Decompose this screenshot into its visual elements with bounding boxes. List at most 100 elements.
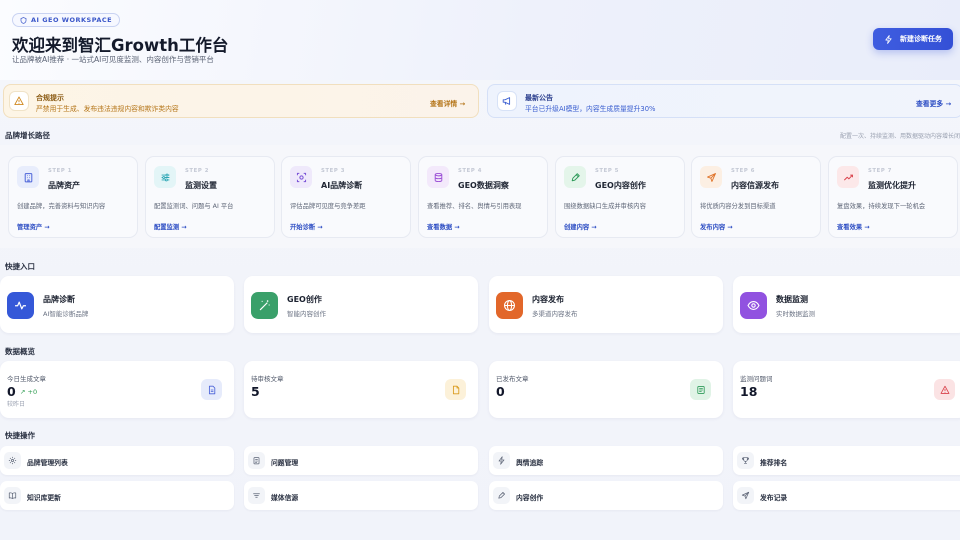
- action-media-sources[interactable]: 媒体信源: [244, 481, 478, 510]
- start-diagnosis-link[interactable]: 开始诊断 →: [290, 222, 323, 231]
- action-sentiment-tracking[interactable]: 舆情追踪: [489, 446, 723, 475]
- entry-geo-creation[interactable]: GEO创作 智能内容创作: [244, 276, 478, 333]
- entry-subtitle: AI智能诊断品牌: [43, 310, 89, 318]
- stat-value: 5: [251, 384, 260, 399]
- stat-value: 18: [740, 384, 758, 399]
- step-title: GEO内容创作: [595, 181, 646, 190]
- warning-icon: [9, 91, 29, 111]
- action-publish-records[interactable]: 发布记录: [733, 481, 960, 510]
- page-title: 欢迎来到智汇Growth工作台: [12, 36, 229, 55]
- stat-value: 0: [7, 384, 16, 399]
- entry-data-monitoring[interactable]: 数据监测 实时数据监测: [733, 276, 960, 333]
- entry-content-publish[interactable]: 内容发布 多渠道内容发布: [489, 276, 723, 333]
- step-number: STEP 2: [185, 168, 210, 174]
- stat-pending-review: 待审核文章 5: [244, 361, 478, 418]
- step-description: 复盘效果，持续发现下一轮机会: [837, 203, 926, 210]
- growth-path-note: 配置一次、持续监测、用数据驱动内容增长闭: [839, 133, 960, 140]
- gear-icon: [4, 452, 21, 469]
- entry-subtitle: 智能内容创作: [287, 310, 326, 318]
- workspace-badge-label: AI GEO WORKSPACE: [31, 16, 113, 24]
- stat-compare-label: 较昨日: [7, 401, 26, 408]
- stat-label: 待审核文章: [251, 375, 284, 383]
- action-question-manage[interactable]: 问题管理: [244, 446, 478, 475]
- step-description: 配置监测词、问题与 AI 平台: [154, 203, 234, 210]
- step-card-ai-diagnosis[interactable]: STEP 3 AI品牌诊断 评估品牌可见度与竞争差距 开始诊断 →: [281, 156, 411, 238]
- compliance-notice-title: 合规提示: [36, 94, 64, 102]
- new-diagnosis-task-button[interactable]: 新建诊断任务: [873, 28, 953, 50]
- entry-subtitle: 实时数据监测: [776, 310, 815, 318]
- step-card-content-publish[interactable]: STEP 6 内容信源发布 将优质内容分发到目标渠道 发布内容 →: [691, 156, 821, 238]
- building-icon: [17, 166, 39, 188]
- lightning-icon: [493, 452, 510, 469]
- quick-actions-title: 快捷操作: [5, 431, 35, 440]
- clipboard-icon: [248, 452, 265, 469]
- alert-icon: [934, 379, 955, 400]
- announcement-more-link[interactable]: 查看更多 →: [916, 98, 951, 108]
- compliance-notice: 合规提示 严禁用于生成、发布违法违规内容和欺诈类内容 查看详情 →: [3, 84, 479, 118]
- step-number: STEP 7: [868, 168, 893, 174]
- step-card-geo-content[interactable]: STEP 5 GEO内容创作 围绕数据缺口生成并审核内容 创建内容 →: [555, 156, 685, 238]
- entry-brand-diagnosis[interactable]: 品牌诊断 AI智能诊断品牌: [0, 276, 234, 333]
- stat-today-generated: 今日生成文章 0 ↗ +0 较昨日: [0, 361, 234, 418]
- page-subtitle: 让品牌被AI推荐 · 一站式AI可见度监测、内容创作与营销平台: [12, 55, 214, 64]
- announcement-title: 最新公告: [525, 94, 553, 102]
- announcement-notice: 最新公告 平台已升级AI模型，内容生成质量提升30% 查看更多 →: [487, 84, 960, 118]
- book-icon: [4, 487, 21, 504]
- entry-title: 内容发布: [532, 295, 564, 304]
- publish-content-link[interactable]: 发布内容 →: [700, 222, 733, 231]
- create-content-link[interactable]: 创建内容 →: [564, 222, 597, 231]
- step-number: STEP 6: [731, 168, 756, 174]
- stat-label: 监测问题词: [740, 375, 773, 383]
- database-icon: [427, 166, 449, 188]
- step-card-geo-insights[interactable]: STEP 4 GEO数据洞察 查看推荐、排名、舆情与引用表现 查看数据 →: [418, 156, 548, 238]
- stat-monitored-keywords: 监测问题词 18: [733, 361, 960, 418]
- step-card-brand-assets[interactable]: STEP 1 品牌资产 创建品牌，完善资料与知识内容 管理资产 →: [8, 156, 138, 238]
- action-recommend-rank[interactable]: 推荐排名: [733, 446, 960, 475]
- step-description: 围绕数据缺口生成并审核内容: [564, 203, 646, 210]
- stat-published: 已发布文章 0: [489, 361, 723, 418]
- stat-label: 今日生成文章: [7, 375, 46, 383]
- step-description: 查看推荐、排名、舆情与引用表现: [427, 203, 522, 210]
- entry-title: 数据监测: [776, 295, 808, 304]
- manage-assets-link[interactable]: 管理资产 →: [17, 222, 50, 231]
- action-content-creation[interactable]: 内容创作: [489, 481, 723, 510]
- newspaper-icon: [690, 379, 711, 400]
- filter-icon: [248, 487, 265, 504]
- overview-title: 数据概览: [5, 347, 35, 356]
- globe-icon: [496, 292, 523, 319]
- magic-wand-icon: [251, 292, 278, 319]
- view-data-link[interactable]: 查看数据 →: [427, 222, 460, 231]
- step-number: STEP 3: [321, 168, 346, 174]
- announcement-text: 平台已升级AI模型，内容生成质量提升30%: [525, 105, 656, 113]
- action-label: 舆情追踪: [516, 459, 544, 467]
- entry-title: 品牌诊断: [43, 295, 75, 304]
- step-number: STEP 4: [458, 168, 483, 174]
- compliance-details-link[interactable]: 查看详情 →: [430, 98, 465, 108]
- configure-monitoring-link[interactable]: 配置监测 →: [154, 222, 187, 231]
- send-icon: [737, 487, 754, 504]
- view-results-link[interactable]: 查看效果 →: [837, 222, 870, 231]
- step-title: 监测设置: [185, 181, 217, 190]
- action-label: 知识库更新: [27, 494, 61, 502]
- step-title: 监测优化提升: [868, 181, 916, 190]
- step-title: GEO数据洞察: [458, 181, 509, 190]
- step-title: AI品牌诊断: [321, 181, 363, 190]
- step-description: 评估品牌可见度与竞争差距: [290, 203, 366, 210]
- action-label: 内容创作: [516, 494, 544, 502]
- pen-icon: [493, 487, 510, 504]
- shield-icon: [20, 16, 27, 24]
- stat-label: 已发布文章: [496, 375, 529, 383]
- step-description: 将优质内容分发到目标渠道: [700, 203, 776, 210]
- action-knowledge-update[interactable]: 知识库更新: [0, 481, 234, 510]
- step-number: STEP 5: [595, 168, 620, 174]
- action-label: 发布记录: [760, 494, 788, 502]
- file-pending-icon: [445, 379, 466, 400]
- step-card-optimize[interactable]: STEP 7 监测优化提升 复盘效果，持续发现下一轮机会 查看效果 →: [828, 156, 958, 238]
- action-brand-list[interactable]: 品牌管理列表: [0, 446, 234, 475]
- trophy-icon: [737, 452, 754, 469]
- megaphone-icon: [497, 91, 517, 111]
- step-title: 内容信源发布: [731, 181, 779, 190]
- trend-icon: [837, 166, 859, 188]
- action-label: 品牌管理列表: [27, 459, 68, 467]
- step-card-monitor-settings[interactable]: STEP 2 监测设置 配置监测词、问题与 AI 平台 配置监测 →: [145, 156, 275, 238]
